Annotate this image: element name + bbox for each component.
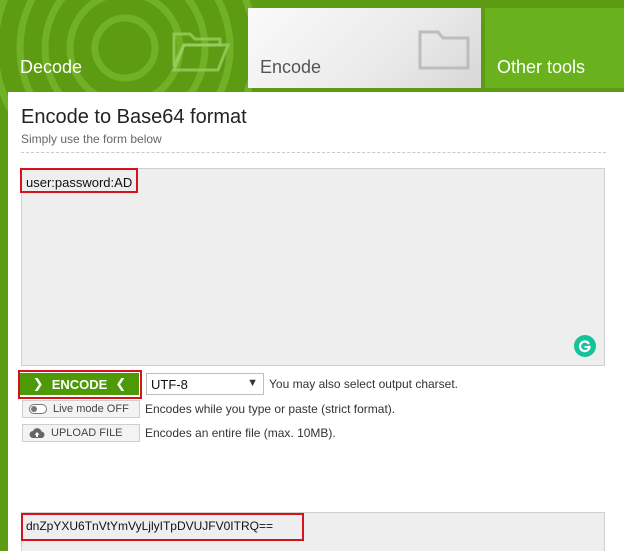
dropdown-arrow-icon: ▼: [247, 377, 258, 389]
upload-file-label: UPLOAD FILE: [51, 427, 123, 439]
live-mode-label: Live mode OFF: [53, 403, 129, 415]
charset-select[interactable]: UTF-8 ▼: [146, 373, 264, 395]
encode-highlight: [18, 370, 142, 399]
blank-area: [95, 444, 155, 498]
charset-selected: UTF-8: [151, 376, 188, 392]
cloud-upload-icon: [29, 428, 45, 439]
page-title: Encode to Base64 format: [21, 106, 247, 128]
tab-decode-label: Decode: [20, 57, 83, 77]
toggle-icon: [29, 404, 47, 414]
encode-panel: Encode to Base64 format Simply use the f…: [8, 92, 624, 551]
grammarly-icon[interactable]: [574, 335, 596, 357]
page-subtitle: Simply use the form below: [21, 132, 162, 146]
output-highlight: [21, 513, 304, 541]
tab-decode[interactable]: Decode: [8, 8, 245, 88]
charset-note: You may also select output charset.: [269, 377, 458, 391]
input-highlight: [20, 168, 138, 193]
upload-file-button[interactable]: UPLOAD FILE: [22, 424, 140, 442]
open-folder-icon: [171, 32, 230, 72]
folder-icon: [418, 30, 470, 70]
tab-encode[interactable]: Encode: [248, 8, 481, 88]
input-textarea[interactable]: user:password:AD: [21, 168, 605, 366]
tab-other-tools-label: Other tools: [497, 57, 586, 77]
tab-other-tools[interactable]: Other tools: [485, 8, 624, 88]
upload-note: Encodes an entire file (max. 10MB).: [145, 426, 336, 440]
live-mode-note: Encodes while you type or paste (strict …: [145, 402, 396, 416]
tab-encode-label: Encode: [260, 57, 322, 77]
divider: [21, 152, 606, 153]
live-mode-toggle[interactable]: Live mode OFF: [22, 400, 140, 418]
